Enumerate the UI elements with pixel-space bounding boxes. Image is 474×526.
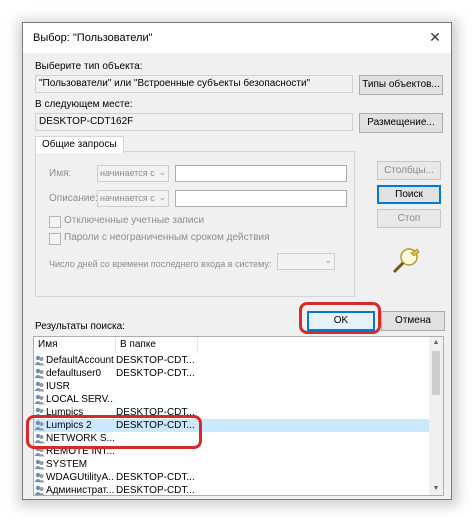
disabled-accounts-label: Отключенные учетные записи — [64, 215, 205, 226]
close-icon[interactable]: ✕ — [427, 29, 443, 45]
columns-button[interactable]: Столбцы... — [377, 161, 441, 180]
days-combo[interactable]: ⌄ — [277, 253, 335, 270]
row-name: LOCAL SERV... — [46, 394, 114, 405]
row-folder: DESKTOP-CDT... — [116, 368, 195, 379]
location-label: В следующем месте: — [35, 99, 133, 110]
locations-button[interactable]: Размещение... — [359, 113, 443, 133]
chevron-down-icon: ⌄ — [158, 167, 166, 177]
description-combo[interactable]: начинается с ⌄ — [97, 190, 169, 207]
object-types-button[interactable]: Типы объектов... — [359, 75, 443, 95]
user-icon — [34, 368, 45, 379]
table-row[interactable]: IUSR — [34, 380, 430, 393]
table-row[interactable]: SYSTEM — [34, 458, 430, 471]
vertical-scrollbar[interactable]: ▲ ▼ — [429, 337, 443, 495]
name-combo-value: начинается с — [100, 168, 155, 178]
user-icon — [34, 472, 45, 483]
ok-highlight — [299, 302, 381, 334]
description-label: Описание: — [49, 193, 98, 204]
results-label: Результаты поиска: — [35, 321, 125, 332]
window-title: Выбор: "Пользователи" — [33, 32, 153, 44]
tab-common-queries[interactable]: Общие запросы — [35, 136, 124, 153]
user-icon — [34, 485, 45, 495]
row-name: DefaultAccount — [46, 355, 114, 366]
cancel-button[interactable]: Отмена — [381, 311, 445, 331]
chevron-down-icon: ⌄ — [158, 192, 166, 202]
table-row[interactable]: WDAGUtilityA... DESKTOP-CDT... — [34, 471, 430, 484]
query-search-icon — [392, 248, 420, 274]
description-combo-value: начинается с — [100, 193, 155, 203]
user-icon — [34, 394, 45, 405]
disabled-accounts-checkbox[interactable] — [49, 216, 61, 228]
object-type-label: Выберите тип объекта: — [35, 61, 143, 72]
row-folder: DESKTOP-CDT... — [116, 472, 195, 483]
column-header-name[interactable]: Имя — [34, 337, 116, 353]
table-row[interactable]: defaultuser0 DESKTOP-CDT... — [34, 367, 430, 380]
name-input[interactable] — [175, 165, 347, 182]
table-row[interactable]: LOCAL SERV... — [34, 393, 430, 406]
no-expire-checkbox[interactable] — [49, 233, 61, 245]
title-bar: Выбор: "Пользователи" ✕ — [23, 23, 451, 53]
row-name: WDAGUtilityA... — [46, 472, 114, 483]
days-label: Число дней со времени последнего входа в… — [49, 259, 272, 269]
chevron-down-icon: ⌄ — [324, 255, 332, 265]
search-button[interactable]: Поиск — [377, 185, 441, 204]
column-header-folder[interactable]: В папке — [116, 337, 198, 353]
table-row[interactable]: DefaultAccount DESKTOP-CDT... — [34, 354, 430, 367]
user-icon — [34, 459, 45, 470]
scroll-thumb[interactable] — [432, 351, 440, 395]
selection-highlight — [26, 415, 202, 449]
location-field: DESKTOP-CDT162F — [35, 113, 353, 131]
row-name: SYSTEM — [46, 459, 88, 470]
user-icon — [34, 381, 45, 392]
scroll-up-icon[interactable]: ▲ — [429, 337, 443, 349]
scroll-down-icon[interactable]: ▼ — [429, 483, 443, 495]
row-name: Администрат... — [46, 485, 114, 496]
description-input[interactable] — [175, 190, 347, 207]
name-combo[interactable]: начинается с ⌄ — [97, 165, 169, 182]
name-label: Имя: — [49, 168, 72, 179]
row-name: defaultuser0 — [46, 368, 102, 379]
user-icon — [34, 355, 45, 366]
no-expire-label: Пароли с неограниченным сроком действия — [64, 232, 270, 243]
row-folder: DESKTOP-CDT... — [116, 485, 195, 496]
stop-button[interactable]: Стоп — [377, 209, 441, 228]
row-name: IUSR — [46, 381, 70, 392]
row-folder: DESKTOP-CDT... — [116, 355, 195, 366]
object-type-field: "Пользователи" или "Встроенные субъекты … — [35, 75, 353, 93]
table-row[interactable]: Администрат... DESKTOP-CDT... — [34, 484, 430, 496]
